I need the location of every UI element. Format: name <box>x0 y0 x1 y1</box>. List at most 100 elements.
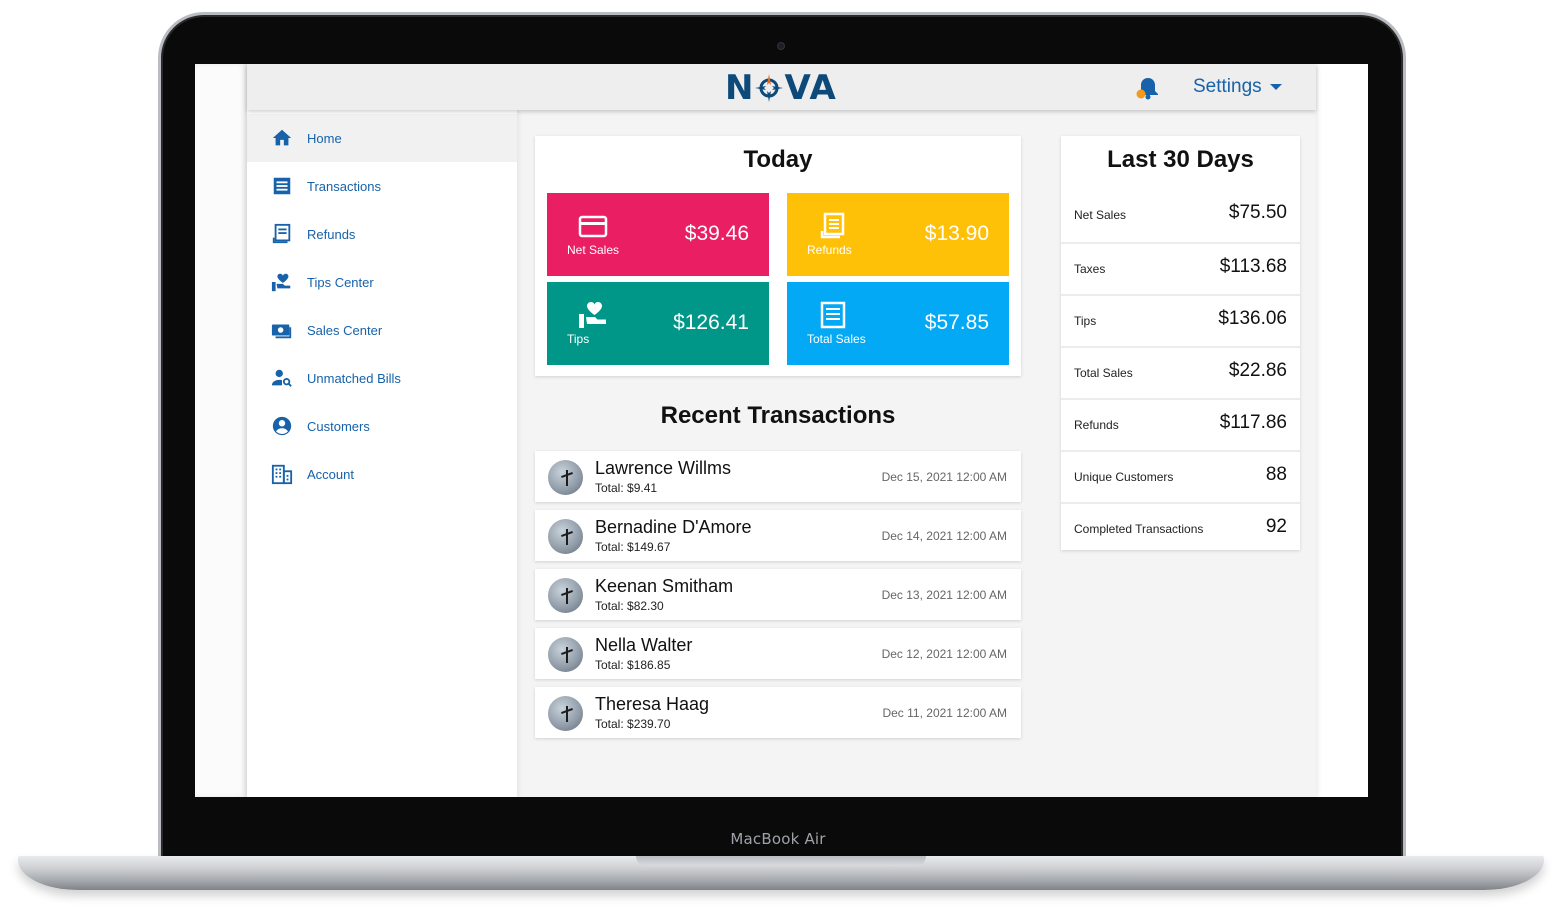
stat-label: Unique Customers <box>1074 470 1174 484</box>
transaction-total: Total: $9.41 <box>595 481 658 495</box>
logo-text-left: N <box>725 68 755 108</box>
list-icon <box>273 177 291 195</box>
avatar <box>548 460 583 495</box>
today-title: Today <box>743 146 813 173</box>
transaction-name: Bernadine D'Amore <box>595 517 752 537</box>
stat-label: Tips <box>1074 314 1097 328</box>
recent-transactions-title: Recent Transactions <box>660 402 896 429</box>
sidebar: Home Transactions Refunds Tips Center Sa… <box>247 110 517 797</box>
receipt-icon <box>820 301 846 329</box>
logo-text-right: VA <box>784 68 837 108</box>
sidebar-item-tips-center[interactable]: Tips Center <box>247 258 517 306</box>
stat-row: Tips $136.06 <box>1061 294 1300 346</box>
hand-heart-icon <box>579 302 606 328</box>
settings-menu[interactable]: Settings <box>1193 76 1282 98</box>
transaction-total: Total: $239.70 <box>595 717 671 731</box>
refunds-tile[interactable]: Refunds $13.90 <box>787 193 1009 276</box>
sidebar-item-transactions[interactable]: Transactions <box>247 162 517 210</box>
sidebar-item-label: Transactions <box>307 178 381 194</box>
nova-logo[interactable]: N VA <box>725 68 837 108</box>
app-window: N VA Settings Home Transactions Refunds … <box>247 64 1316 797</box>
stat-row: Refunds $117.86 <box>1061 398 1300 450</box>
sidebar-item-label: Refunds <box>307 226 356 242</box>
sidebar-item-label: Sales Center <box>307 322 383 338</box>
tile-label: Net Sales <box>567 243 620 257</box>
total-sales-tile[interactable]: Total Sales $57.85 <box>787 282 1009 365</box>
transaction-date: Dec 14, 2021 12:00 AM <box>881 529 1007 543</box>
receipt-icon <box>820 212 845 239</box>
receipt-icon <box>272 223 291 244</box>
tile-label: Refunds <box>807 243 852 257</box>
stat-row: Taxes $113.68 <box>1061 242 1300 294</box>
sidebar-item-account[interactable]: Account <box>247 450 517 498</box>
sidebar-item-label: Customers <box>307 418 370 434</box>
stat-value: $117.86 <box>1219 412 1287 433</box>
sidebar-item-label: Account <box>307 466 354 482</box>
net-sales-tile[interactable]: Net Sales $39.46 <box>547 193 769 276</box>
tips-tile[interactable]: Tips $126.41 <box>547 282 769 365</box>
transaction-total: Total: $186.85 <box>595 658 671 672</box>
transaction-total: Total: $82.30 <box>595 599 664 613</box>
credit-card-icon <box>578 215 608 238</box>
transaction-name: Keenan Smitham <box>595 576 734 596</box>
transaction-date: Dec 13, 2021 12:00 AM <box>881 588 1007 602</box>
avatar <box>548 578 583 613</box>
logo-star-icon <box>755 74 784 102</box>
camera-icon <box>777 42 785 50</box>
stat-label: Completed Transactions <box>1074 522 1204 536</box>
sidebar-item-refunds[interactable]: Refunds <box>247 210 517 258</box>
sidebar-item-label: Unmatched Bills <box>307 370 401 386</box>
tile-value: $126.41 <box>673 311 749 334</box>
transaction-row[interactable]: Theresa Haag Total: $239.70 Dec 11, 2021… <box>535 687 1021 738</box>
transaction-name: Nella Walter <box>595 635 693 655</box>
laptop-notch <box>636 856 926 866</box>
tile-value: $39.46 <box>684 222 749 245</box>
person-search-icon <box>271 369 292 387</box>
transaction-row[interactable]: Keenan Smitham Total: $82.30 Dec 13, 202… <box>535 569 1021 620</box>
screen-gutter <box>195 64 247 797</box>
avatar <box>548 637 583 672</box>
building-icon <box>271 464 293 485</box>
tile-value: $57.85 <box>924 311 989 334</box>
sidebar-item-home[interactable]: Home <box>247 114 517 162</box>
sidebar-item-label: Home <box>307 130 342 146</box>
stat-value: $75.50 <box>1228 202 1287 223</box>
stat-label: Refunds <box>1074 418 1119 432</box>
transaction-row[interactable]: Lawrence Willms Total: $9.41 Dec 15, 202… <box>535 451 1021 502</box>
bezel-label: MacBook Air <box>730 830 826 848</box>
stat-row: Net Sales $75.50 <box>1061 190 1300 242</box>
transaction-date: Dec 12, 2021 12:00 AM <box>881 647 1007 661</box>
settings-label: Settings <box>1193 76 1262 97</box>
transaction-row[interactable]: Bernadine D'Amore Total: $149.67 Dec 14,… <box>535 510 1021 561</box>
tile-label: Total Sales <box>807 332 866 346</box>
stat-value: $22.86 <box>1228 360 1287 381</box>
stat-row: Completed Transactions 92 <box>1061 502 1300 554</box>
tile-value: $13.90 <box>924 222 989 245</box>
tile-label: Tips <box>567 332 590 346</box>
transaction-date: Dec 11, 2021 12:00 AM <box>882 706 1007 720</box>
last-30-days-title: Last 30 Days <box>1107 146 1254 173</box>
stat-label: Total Sales <box>1074 366 1133 380</box>
avatar <box>548 519 583 554</box>
transaction-name: Theresa Haag <box>595 694 710 714</box>
stat-value: $136.06 <box>1218 308 1287 329</box>
bell-icon[interactable] <box>1135 75 1161 101</box>
today-card: Today Net Sales $39.46 Refunds $13.90 Ti… <box>535 136 1021 376</box>
transaction-total: Total: $149.67 <box>595 540 671 554</box>
screen: N VA Settings Home Transactions Refunds … <box>195 64 1368 797</box>
account-circle-icon <box>272 416 292 436</box>
stat-row: Total Sales $22.86 <box>1061 346 1300 398</box>
hand-heart-icon <box>271 273 291 292</box>
home-icon <box>272 129 292 146</box>
sidebar-item-sales-center[interactable]: Sales Center <box>247 306 517 354</box>
sidebar-item-unmatched-bills[interactable]: Unmatched Bills <box>247 354 517 402</box>
top-bar: N VA Settings <box>247 64 1316 110</box>
sidebar-item-label: Tips Center <box>307 274 374 290</box>
cash-icon <box>271 324 292 339</box>
transaction-row[interactable]: Nella Walter Total: $186.85 Dec 12, 2021… <box>535 628 1021 679</box>
stat-label: Net Sales <box>1074 208 1127 222</box>
stat-value: 92 <box>1265 516 1287 537</box>
last-30-days-card: Last 30 Days Net Sales $75.50 Taxes $113… <box>1061 136 1300 550</box>
sidebar-item-customers[interactable]: Customers <box>247 402 517 450</box>
transaction-date: Dec 15, 2021 12:00 AM <box>881 470 1007 484</box>
